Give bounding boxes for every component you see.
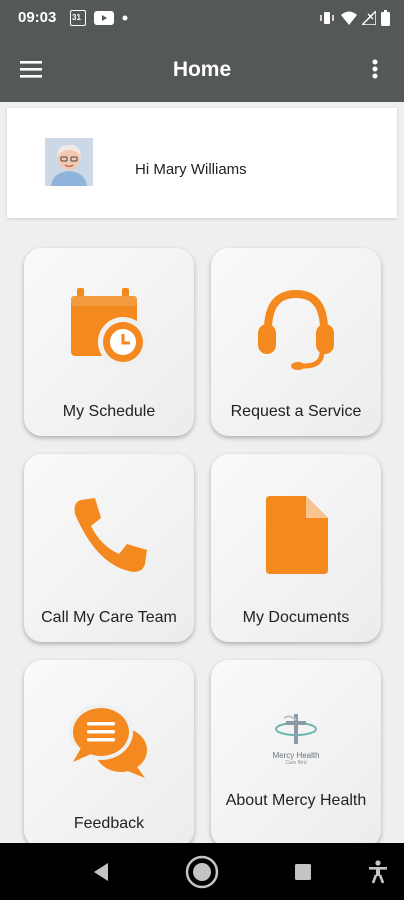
avatar[interactable] xyxy=(45,138,93,186)
document-icon xyxy=(266,496,328,574)
about-mercy-health-tile[interactable]: Mercy Health Care Bird About Mercy Healt… xyxy=(211,660,381,848)
user-photo xyxy=(45,138,93,186)
tile-label: My Schedule xyxy=(62,403,156,420)
calendar-clock-icon xyxy=(71,288,148,367)
logo-text: Mercy Health xyxy=(272,751,320,760)
tile-label: Feedback xyxy=(73,815,145,832)
youtube-icon xyxy=(94,11,114,25)
feedback-tile[interactable]: Feedback xyxy=(24,660,194,848)
vibrate-icon xyxy=(320,12,334,24)
request-service-tile[interactable]: Request a Service xyxy=(211,248,381,436)
app-bar: Home xyxy=(0,36,404,102)
recents-icon[interactable] xyxy=(294,863,312,881)
system-nav-bar xyxy=(0,843,404,900)
status-right-icons xyxy=(318,9,390,27)
back-icon[interactable] xyxy=(92,862,110,882)
chat-bubbles-icon xyxy=(69,704,147,778)
tile-label: Call My Care Team xyxy=(41,609,177,626)
call-care-team-tile[interactable]: Call My Care Team xyxy=(24,454,194,642)
page-title: Home xyxy=(172,58,232,81)
signal-icon xyxy=(362,11,376,25)
wifi-icon xyxy=(341,11,357,25)
greeting-text: Hi Mary Williams xyxy=(135,161,247,178)
calendar-icon: 31 xyxy=(70,10,86,26)
my-schedule-tile[interactable]: My Schedule xyxy=(24,248,194,436)
home-icon[interactable] xyxy=(185,855,219,889)
my-documents-tile[interactable]: My Documents xyxy=(211,454,381,642)
tile-label: About Mercy Health xyxy=(225,792,367,809)
dot-icon xyxy=(122,15,128,21)
overflow-menu-button[interactable] xyxy=(370,56,390,84)
calendar-badge: 31 xyxy=(72,13,81,22)
logo-subtext: Care Bird xyxy=(285,760,307,766)
status-bar: 09:03 31 xyxy=(0,0,404,36)
mercy-health-logo: Mercy Health Care Bird xyxy=(261,712,331,767)
phone-icon xyxy=(74,498,147,572)
status-left-icons: 31 xyxy=(70,10,128,26)
headset-icon xyxy=(258,289,334,370)
tile-label: My Documents xyxy=(242,609,350,626)
care-bird-logo-icon xyxy=(275,714,317,744)
accessibility-icon[interactable] xyxy=(368,860,388,884)
profile-card: Hi Mary Williams xyxy=(7,108,397,218)
status-time: 09:03 xyxy=(18,9,57,26)
more-vert-icon xyxy=(372,59,378,79)
battery-icon xyxy=(381,10,390,26)
tile-label: Request a Service xyxy=(230,403,362,420)
